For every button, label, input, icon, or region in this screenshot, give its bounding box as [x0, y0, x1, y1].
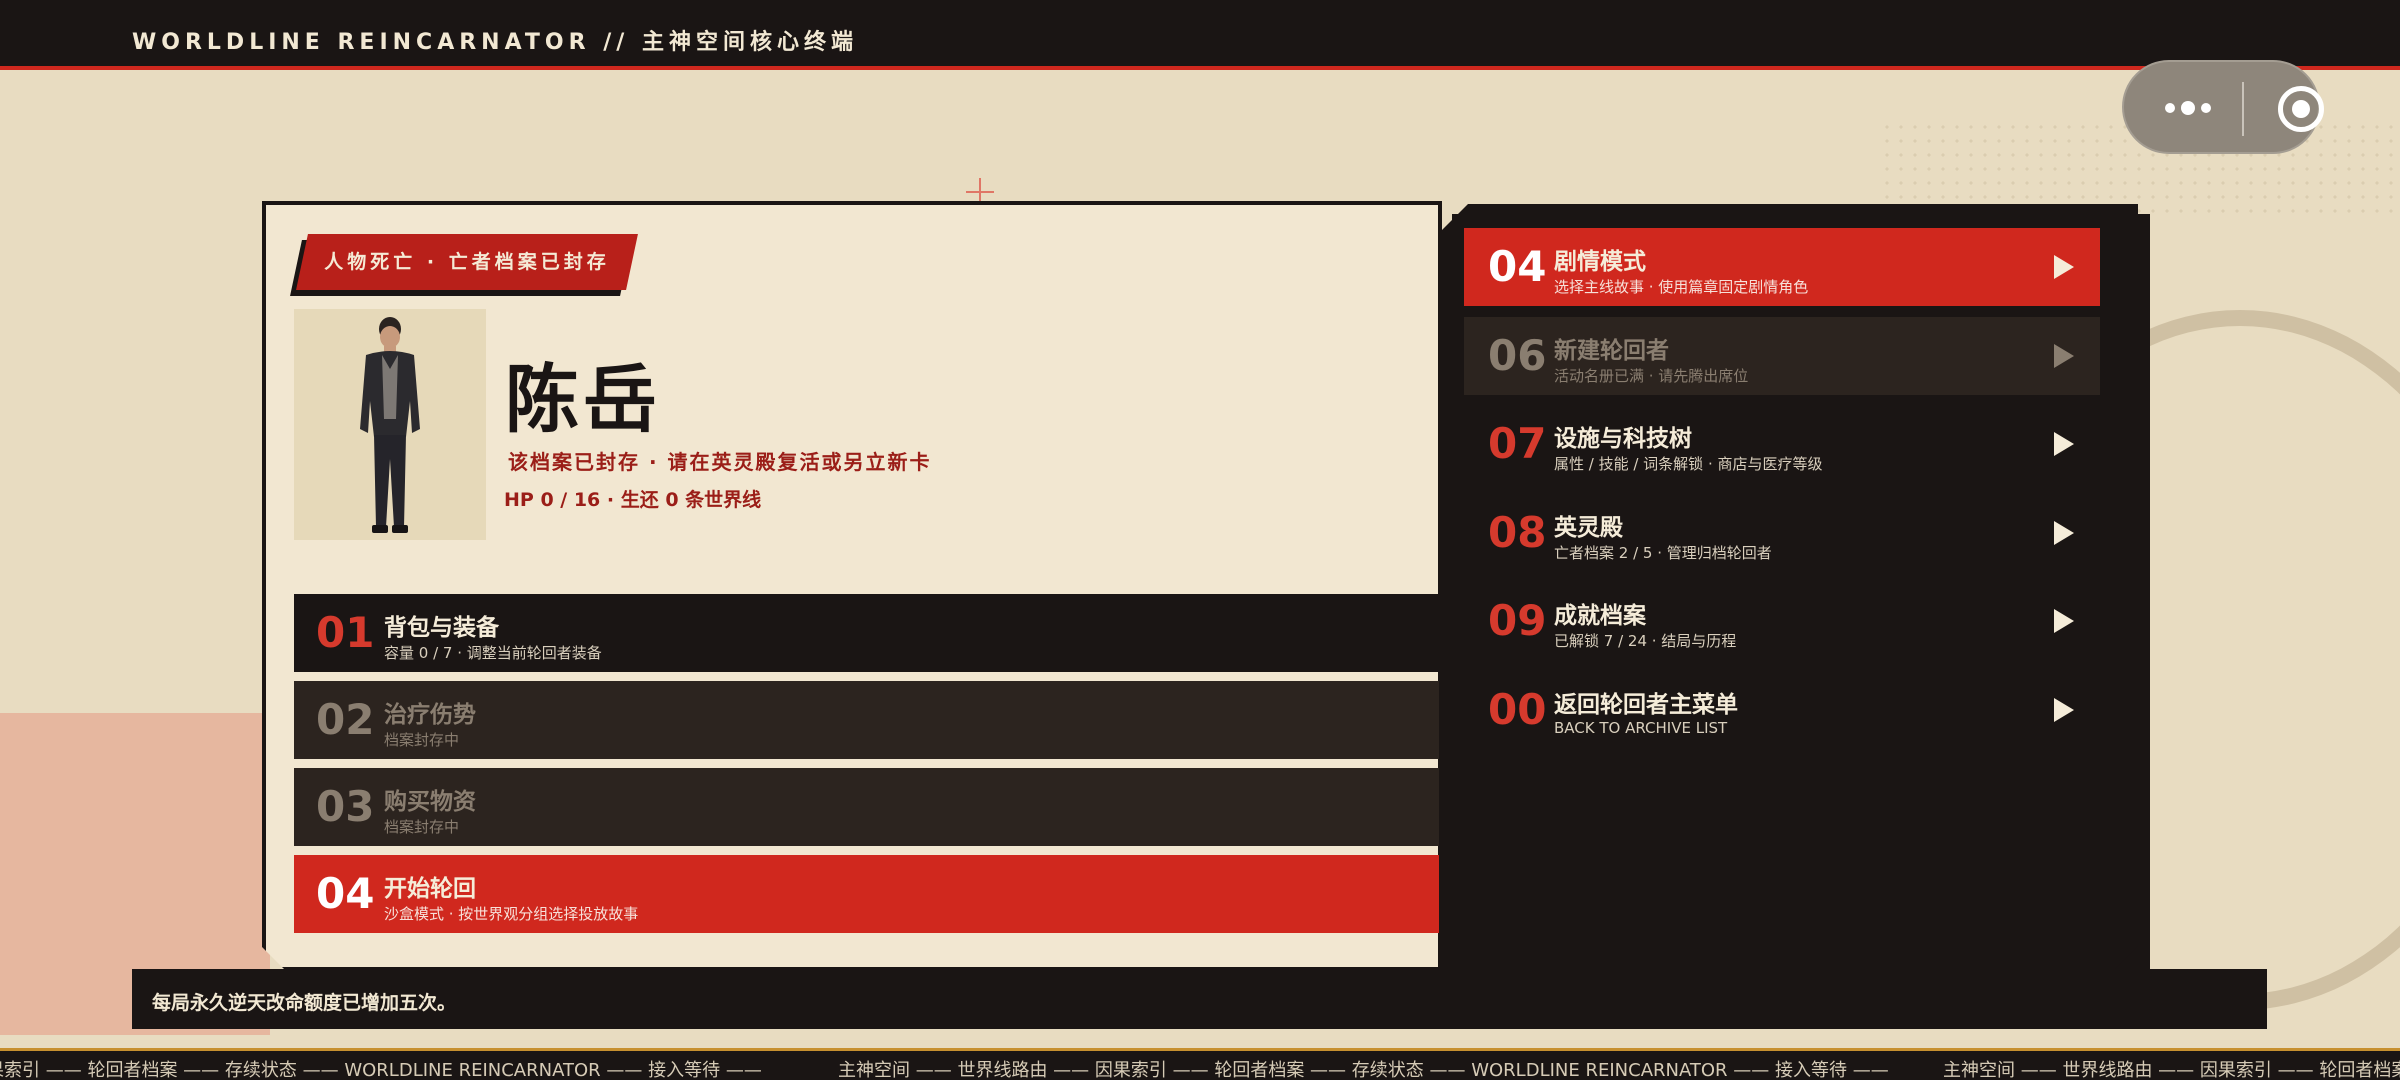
- play-arrow-icon: [2054, 698, 2074, 722]
- menu-number: 06: [1488, 331, 1547, 380]
- menu-label: 治疗伤势: [384, 702, 476, 728]
- play-arrow-icon: [2054, 521, 2074, 545]
- menu-new-reincarnator[interactable]: 06 新建轮回者 活动名册已满 · 请先腾出席位: [1464, 317, 2100, 395]
- menu-label: 英灵殿: [1554, 515, 1623, 541]
- top-bar: WORLDLINE REINCARNATOR // 主神空间核心终端: [0, 0, 2400, 70]
- menu-story-mode[interactable]: 04 剧情模式 选择主线故事 · 使用篇章固定剧情角色: [1464, 228, 2100, 306]
- menu-subtitle: 已解锁 7 / 24 · 结局与历程: [1554, 632, 1737, 650]
- play-arrow-icon: [2054, 609, 2074, 633]
- menu-number: 00: [1488, 685, 1547, 734]
- menu-number: 02: [316, 695, 375, 744]
- menu-label: 成就档案: [1554, 603, 1646, 629]
- menu-hall-of-heroes[interactable]: 08 英灵殿 亡者档案 2 / 5 · 管理归档轮回者: [1464, 494, 2100, 572]
- character-name: 陈岳: [505, 357, 661, 443]
- mini-program-capsule: [2122, 60, 2324, 154]
- menu-achievements[interactable]: 09 成就档案 已解锁 7 / 24 · 结局与历程: [1464, 582, 2100, 660]
- target-circle-icon[interactable]: [2278, 86, 2324, 132]
- menu-number: 07: [1488, 419, 1547, 468]
- menu-label: 背包与装备: [384, 615, 499, 641]
- toast-text: 每局永久逆天改命额度已增加五次。: [152, 992, 457, 1014]
- menu-subtitle: 容量 0 / 7 · 调整当前轮回者装备: [384, 644, 602, 662]
- ticker-segment: 主神空间 —— 世界线路由 —— 因果索引 —— 轮回者档案 —: [1943, 1060, 2400, 1080]
- menu-subtitle: 档案封存中: [384, 731, 460, 749]
- menu-subtitle: 活动名册已满 · 请先腾出席位: [1554, 367, 1749, 385]
- ticker-segment: 果索引 —— 轮回者档案 —— 存续状态 —— WORLDLINE REINCA…: [0, 1060, 762, 1080]
- play-arrow-icon: [2054, 255, 2074, 279]
- menu-subtitle: BACK TO ARCHIVE LIST: [1554, 719, 1728, 737]
- menu-subtitle: 档案封存中: [384, 818, 460, 836]
- menu-backpack-equipment[interactable]: 01 背包与装备 容量 0 / 7 · 调整当前轮回者装备: [294, 594, 1439, 672]
- menu-buy-supplies[interactable]: 03 购买物资 档案封存中: [294, 768, 1439, 846]
- menu-subtitle: 属性 / 技能 / 词条解锁 · 商店与医疗等级: [1554, 455, 1823, 473]
- menu-label: 剧情模式: [1554, 249, 1646, 275]
- menu-label: 购买物资: [384, 789, 476, 815]
- status-ticker: 果索引 —— 轮回者档案 —— 存续状态 —— WORLDLINE REINCA…: [0, 1048, 2400, 1080]
- menu-back-to-archive[interactable]: 00 返回轮回者主菜单 BACK TO ARCHIVE LIST: [1464, 671, 2100, 749]
- menu-subtitle: 沙盒模式 · 按世界观分组选择投放故事: [384, 905, 639, 923]
- play-arrow-icon: [2054, 432, 2074, 456]
- menu-subtitle: 亡者档案 2 / 5 · 管理归档轮回者: [1554, 544, 1772, 562]
- menu-start-reincarnation[interactable]: 04 开始轮回 沙盒模式 · 按世界观分组选择投放故事: [294, 855, 1439, 933]
- menu-facilities-tech-tree[interactable]: 07 设施与科技树 属性 / 技能 / 词条解锁 · 商店与医疗等级: [1464, 405, 2100, 483]
- capsule-divider: [2242, 82, 2244, 136]
- status-tag-label: 人物死亡 · 亡者档案已封存: [324, 251, 610, 273]
- menu-label: 开始轮回: [384, 876, 476, 902]
- app-title: WORLDLINE REINCARNATOR // 主神空间核心终端: [132, 30, 858, 55]
- menu-number: 04: [1488, 242, 1547, 291]
- menu-label: 设施与科技树: [1554, 426, 1692, 452]
- menu-subtitle: 选择主线故事 · 使用篇章固定剧情角色: [1554, 278, 1809, 296]
- character-hp-line: HP 0 / 16 · 生还 0 条世界线: [504, 489, 762, 511]
- character-portrait: [294, 309, 486, 540]
- menu-label: 新建轮回者: [1554, 338, 1669, 364]
- menu-number: 04: [316, 869, 375, 918]
- menu-heal-injuries[interactable]: 02 治疗伤势 档案封存中: [294, 681, 1439, 759]
- menu-label: 返回轮回者主菜单: [1554, 692, 1738, 718]
- menu-number: 09: [1488, 596, 1547, 645]
- ticker-segment: 主神空间 —— 世界线路由 —— 因果索引 —— 轮回者档案 —— 存续状态 —…: [838, 1060, 1889, 1080]
- menu-number: 01: [316, 608, 375, 657]
- more-dots-icon[interactable]: [2156, 90, 2220, 126]
- menu-number: 03: [316, 782, 375, 831]
- character-archive-note: 该档案已封存 · 请在英灵殿复活或另立新卡: [508, 450, 932, 474]
- menu-number: 08: [1488, 508, 1547, 557]
- play-arrow-icon: [2054, 344, 2074, 368]
- toast-message: 每局永久逆天改命额度已增加五次。: [132, 969, 2267, 1029]
